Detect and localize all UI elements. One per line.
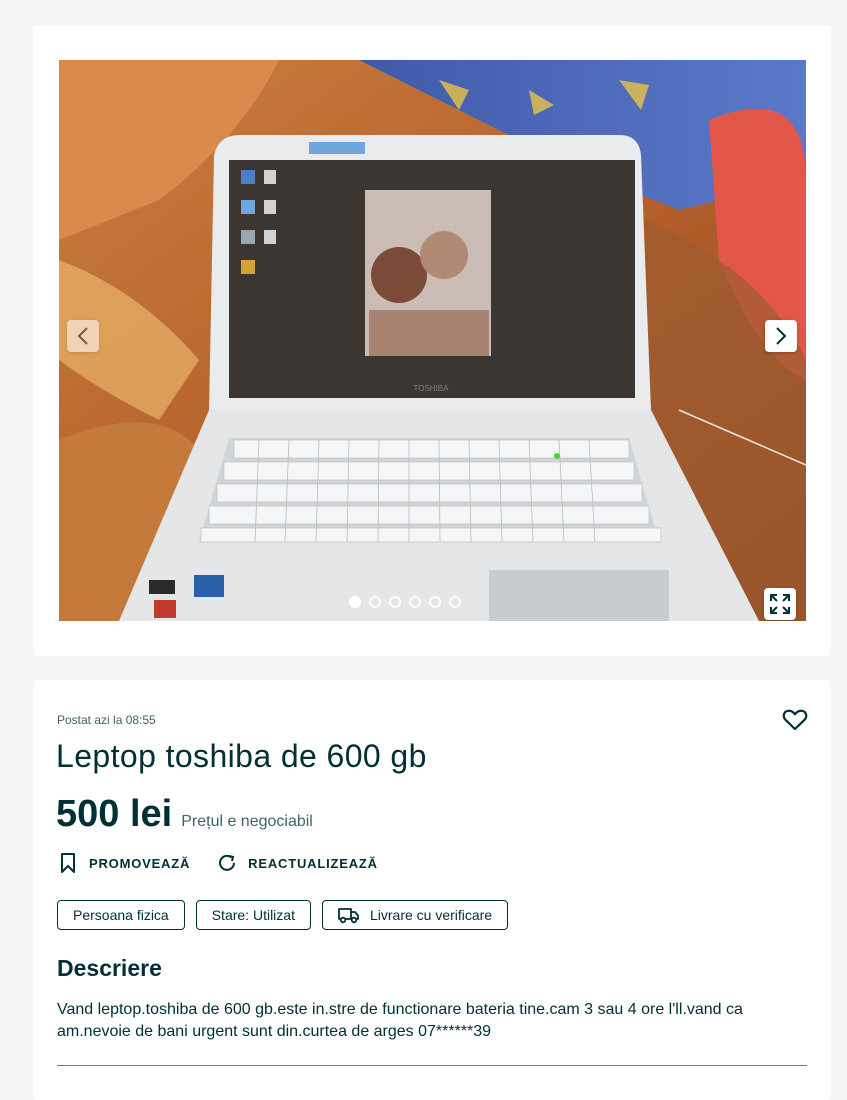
price-value: 500 lei <box>56 793 173 835</box>
laptop-brand-logo: TOSHIBA <box>414 384 450 393</box>
previous-photo-button[interactable] <box>67 320 99 352</box>
tag-label: Persoana fizica <box>73 907 169 923</box>
laptop-photo-illustration: TOSHIBA <box>59 60 806 621</box>
pagination-dot[interactable] <box>449 596 461 608</box>
photo-pagination <box>349 596 461 608</box>
bookmark-icon <box>61 853 75 873</box>
ad-details-card: Postat azi la 08:55 Leptop toshiba de 60… <box>33 680 831 1100</box>
refresh-icon <box>219 854 236 871</box>
tag-condition: Stare: Utilizat <box>195 900 311 930</box>
listing-photo[interactable]: TOSHIBA <box>59 60 806 621</box>
ad-title: Leptop toshiba de 600 gb <box>56 738 427 774</box>
gallery-card: TOSHIBA <box>33 25 831 656</box>
ad-tags: Persoana fizica Stare: Utilizat Livrare … <box>57 900 509 930</box>
pagination-dot[interactable] <box>369 596 381 608</box>
heart-icon <box>782 709 808 731</box>
truck-icon <box>338 908 359 924</box>
chevron-right-icon <box>776 327 787 345</box>
pagination-dot[interactable] <box>429 596 441 608</box>
pagination-dot[interactable] <box>409 596 421 608</box>
posted-date: Postat azi la 08:55 <box>57 713 156 727</box>
next-photo-button[interactable] <box>765 320 797 352</box>
pagination-dot[interactable] <box>349 596 361 608</box>
tag-label: Stare: Utilizat <box>211 907 295 923</box>
tag-label: Livrare cu verificare <box>369 907 493 923</box>
ad-actions: PROMOVEAZĂ REACTUALIZEAZĂ <box>57 852 378 874</box>
price-negotiable-note: Prețul e negociabil <box>181 813 313 830</box>
tag-delivery[interactable]: Livrare cu verificare <box>321 900 509 930</box>
expand-icon <box>770 594 790 614</box>
pagination-dot[interactable] <box>389 596 401 608</box>
refresh-button[interactable]: REACTUALIZEAZĂ <box>216 852 378 874</box>
divider <box>57 1065 807 1066</box>
price-block: 500 lei Prețul e negociabil <box>56 793 313 836</box>
tag-seller-type: Persoana fizica <box>57 900 185 930</box>
description-text: Vand leptop.toshiba de 600 gb.este in.st… <box>57 1001 743 1040</box>
favorite-button[interactable] <box>782 708 808 737</box>
refresh-label: REACTUALIZEAZĂ <box>248 855 378 871</box>
description-heading: Descriere <box>57 955 162 981</box>
promote-button[interactable]: PROMOVEAZĂ <box>57 852 190 874</box>
chevron-left-icon <box>77 327 88 345</box>
promote-label: PROMOVEAZĂ <box>89 855 191 871</box>
fullscreen-button[interactable] <box>764 588 796 620</box>
